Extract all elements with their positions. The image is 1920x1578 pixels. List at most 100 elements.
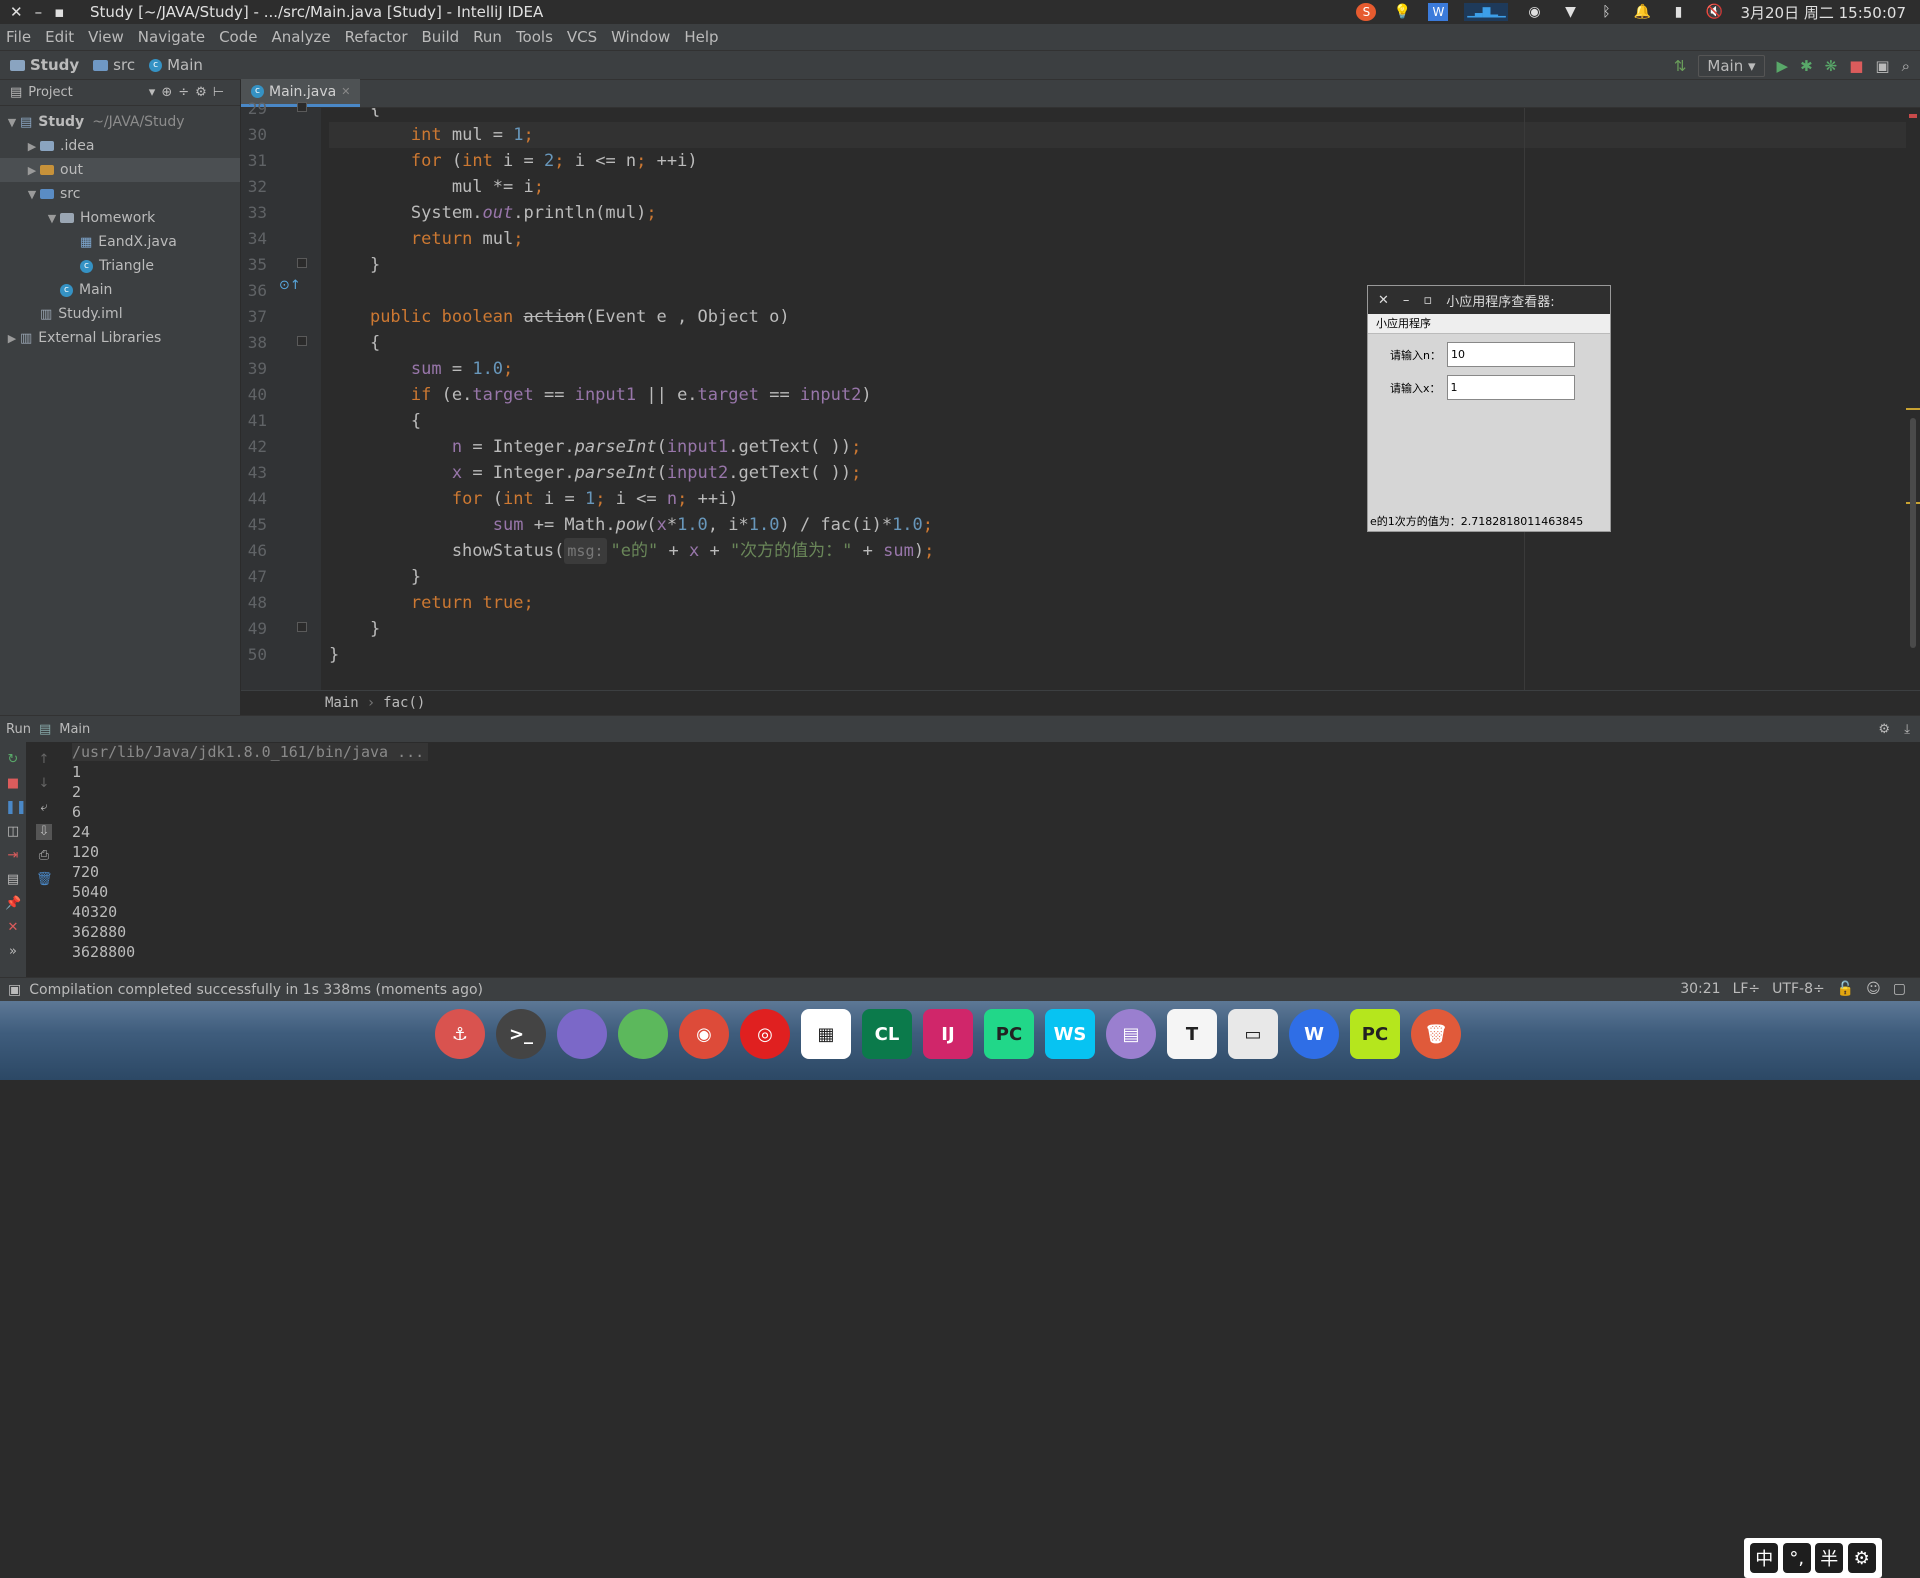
webstorm-icon[interactable]: WS bbox=[1045, 1009, 1095, 1059]
code-line[interactable]: public boolean action (Event e , Object o… bbox=[329, 304, 1920, 330]
vcs-update-icon[interactable]: ⇅ bbox=[1674, 57, 1687, 75]
view-dropdown-icon[interactable]: ▾ bbox=[149, 85, 156, 100]
bell-icon[interactable]: 🔔 bbox=[1632, 3, 1652, 21]
run-config-name[interactable]: Main bbox=[59, 722, 90, 737]
menu-item-help[interactable]: Help bbox=[684, 28, 718, 46]
trash-icon[interactable]: 🗑 bbox=[1411, 1009, 1461, 1059]
code-line[interactable]: sum = 1.0; bbox=[329, 356, 1920, 382]
debug-icon[interactable]: ✱ bbox=[1800, 57, 1813, 75]
code-line[interactable]: return mul; bbox=[329, 226, 1920, 252]
hide-panel-icon[interactable]: ⤓ bbox=[1904, 722, 1910, 737]
minimize-window-icon[interactable]: – bbox=[35, 3, 43, 21]
code-line[interactable]: { bbox=[329, 108, 1920, 122]
netease-music-icon[interactable]: ◎ bbox=[740, 1009, 790, 1059]
down-arrow-icon[interactable]: ↓ bbox=[36, 776, 52, 792]
windows-store-icon[interactable]: ▦ bbox=[801, 1009, 851, 1059]
battery-icon[interactable]: ▮ bbox=[1668, 3, 1688, 21]
tree-item-triangle[interactable]: c Triangle bbox=[0, 254, 240, 278]
stop-icon[interactable]: ■ bbox=[5, 776, 21, 792]
menu-item-code[interactable]: Code bbox=[219, 28, 257, 46]
status-message[interactable]: Compilation completed successfully in 1s… bbox=[29, 982, 483, 998]
nav-crumb-src[interactable]: src bbox=[93, 56, 135, 74]
clock-date[interactable]: 3月20日 周二 15:50:07 bbox=[1740, 2, 1906, 23]
cpu-graph-icon[interactable]: ▁▃▇▂▁ bbox=[1464, 3, 1509, 21]
run-tab-label[interactable]: Run bbox=[6, 722, 31, 737]
code-line[interactable]: mul *= i; bbox=[329, 174, 1920, 200]
mute-icon[interactable]: 🔇 bbox=[1704, 3, 1724, 21]
typora-icon[interactable]: T bbox=[1167, 1009, 1217, 1059]
search-everywhere-icon[interactable]: ⌕ bbox=[1902, 57, 1910, 75]
ime-settings-button[interactable]: ⚙ bbox=[1847, 1543, 1876, 1573]
collapsed-arrow-icon[interactable]: ▶ bbox=[4, 332, 20, 345]
menu-item-tools[interactable]: Tools bbox=[516, 28, 553, 46]
code-line[interactable]: for (int i = 2; i <= n; ++i) bbox=[329, 148, 1920, 174]
event-log-icon[interactable]: ▢ bbox=[1893, 981, 1906, 997]
minimize-icon[interactable]: – bbox=[1403, 293, 1410, 308]
wps-icon[interactable]: W bbox=[1428, 3, 1449, 21]
maximize-icon[interactable]: ▫ bbox=[1423, 293, 1432, 308]
rerun-icon[interactable]: ↻ bbox=[5, 752, 21, 768]
code-line[interactable]: return true; bbox=[329, 590, 1920, 616]
pin-icon[interactable]: 📌 bbox=[5, 896, 21, 912]
stop-icon[interactable]: ■ bbox=[1849, 57, 1863, 75]
code-line[interactable]: if (e. target == input1 || e. target == in… bbox=[329, 382, 1920, 408]
project-view-select[interactable]: Project bbox=[28, 85, 72, 100]
intellij-icon[interactable]: IJ bbox=[923, 1009, 973, 1059]
code-line[interactable]: n = Integer. parseInt(input1 .getText( )); bbox=[329, 434, 1920, 460]
close-icon[interactable]: ✕ bbox=[5, 920, 21, 936]
collapse-icon[interactable]: ÷ bbox=[178, 85, 189, 100]
ime-punctuation-button[interactable]: °, bbox=[1782, 1543, 1811, 1573]
menu-item-navigate[interactable]: Navigate bbox=[138, 28, 205, 46]
breadcrumb-method[interactable]: fac() bbox=[383, 695, 425, 711]
project-structure-icon[interactable]: ▣ bbox=[1875, 57, 1889, 75]
code-line[interactable]: sum += Math. pow(x * 1.0, i* 1.0) / fac(i)* 1… bbox=[329, 512, 1920, 538]
breadcrumb-class[interactable]: Main bbox=[325, 695, 359, 711]
purple-app-icon[interactable] bbox=[557, 1009, 607, 1059]
code-line[interactable]: int mul = 1; bbox=[329, 122, 1920, 148]
code-editor[interactable]: { int mul = 1; for (int i = 2; i <= n; +… bbox=[321, 108, 1920, 690]
anchor-icon[interactable]: ⚓ bbox=[435, 1009, 485, 1059]
terminal-icon[interactable]: >_ bbox=[496, 1009, 546, 1059]
document-viewer-icon[interactable]: ▤ bbox=[1106, 1009, 1156, 1059]
warning-marker[interactable] bbox=[1906, 408, 1920, 410]
menu-item-window[interactable]: Window bbox=[611, 28, 670, 46]
print-icon[interactable]: ⎙ bbox=[36, 848, 52, 864]
settings-icon[interactable]: ⚙ bbox=[1878, 722, 1890, 737]
menu-item-view[interactable]: View bbox=[88, 28, 124, 46]
error-marker[interactable] bbox=[1909, 114, 1917, 118]
inspector-icon[interactable]: ☺ bbox=[1866, 981, 1881, 997]
pycharm-pro-icon[interactable]: PC bbox=[1350, 1009, 1400, 1059]
code-line[interactable]: } bbox=[329, 252, 1920, 278]
editor-scrollbar[interactable] bbox=[1906, 108, 1920, 690]
code-line[interactable]: for (int i = 1; i <= n; ++i) bbox=[329, 486, 1920, 512]
menu-item-refactor[interactable]: Refactor bbox=[345, 28, 408, 46]
collapsed-arrow-icon[interactable]: ▶ bbox=[24, 164, 40, 177]
ime-halfwidth-button[interactable]: 半 bbox=[1815, 1543, 1844, 1573]
menu-item-run[interactable]: Run bbox=[473, 28, 502, 46]
bluetooth-icon[interactable]: ᛒ bbox=[1596, 3, 1616, 21]
applet-menu[interactable]: 小应用程序 bbox=[1368, 314, 1610, 334]
up-arrow-icon[interactable]: ↑ bbox=[36, 752, 52, 768]
fold-marker-icon[interactable] bbox=[297, 258, 307, 268]
wifi-icon[interactable]: ▼ bbox=[1560, 3, 1580, 21]
code-line[interactable]: showStatus(msg: "e的" + x + "次方的值为：" + sum… bbox=[329, 538, 1920, 564]
dump-threads-icon[interactable]: ◫ bbox=[5, 824, 21, 840]
nav-crumb-project[interactable]: Study bbox=[10, 56, 79, 74]
fold-marker-icon[interactable] bbox=[297, 336, 307, 346]
tree-item-external-libraries[interactable]: ▶ ▥ External Libraries bbox=[0, 326, 240, 350]
code-line[interactable]: x = Integer. parseInt(input2 .getText( )); bbox=[329, 460, 1920, 486]
messages-icon[interactable]: ◉ bbox=[1524, 3, 1544, 21]
line-separator[interactable]: LF÷ bbox=[1733, 981, 1761, 997]
code-line[interactable]: { bbox=[329, 330, 1920, 356]
locate-icon[interactable]: ⊕ bbox=[161, 85, 172, 100]
fold-marker-icon[interactable] bbox=[297, 102, 307, 112]
tree-item-main[interactable]: c Main bbox=[0, 278, 240, 302]
menu-item-analyze[interactable]: Analyze bbox=[271, 28, 330, 46]
code-line[interactable] bbox=[329, 278, 1920, 304]
toggle-app-icon[interactable] bbox=[618, 1009, 668, 1059]
collapsed-arrow-icon[interactable]: ▶ bbox=[24, 140, 40, 153]
exit-icon[interactable]: ⇥ bbox=[5, 848, 21, 864]
code-line[interactable]: } bbox=[329, 642, 1920, 668]
tree-item-study-iml[interactable]: ▥ Study.iml bbox=[0, 302, 240, 326]
input-x[interactable]: 1 bbox=[1446, 375, 1575, 400]
